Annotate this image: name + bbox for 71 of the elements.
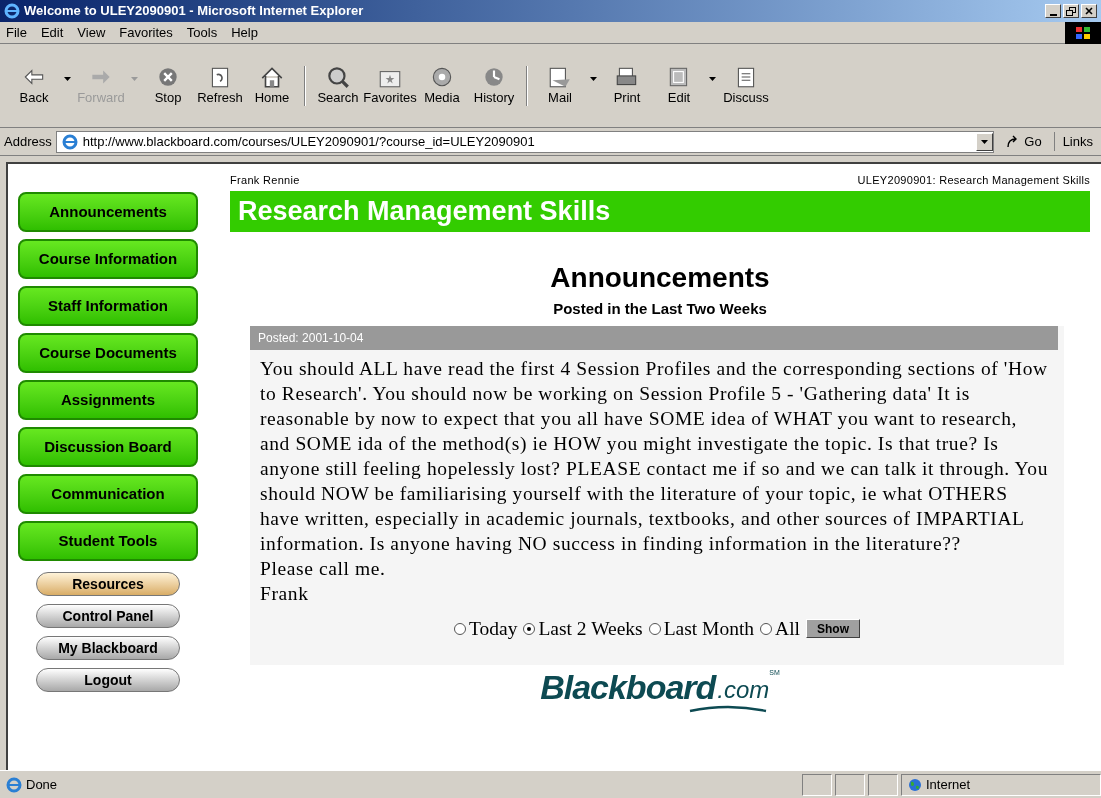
menu-item[interactable]: Help: [231, 22, 258, 43]
course-code: ULEY2090901: Research Management Skills: [857, 173, 1090, 188]
toolbar-button[interactable]: Back: [8, 64, 60, 107]
pill-button[interactable]: Control Panel: [36, 604, 180, 628]
pill-button[interactable]: Resources: [36, 572, 180, 596]
browser-logo-icon: [4, 3, 20, 19]
page-subheading: Posted in the Last Two Weeks: [552, 298, 768, 319]
go-button[interactable]: Go: [998, 131, 1050, 152]
status-pane: [835, 773, 865, 796]
windows-logo-icon: [1065, 21, 1101, 44]
address-field[interactable]: http://www.blackboard.com/courses/ULEY2090901/?course_id=ULEY2090901: [55, 130, 995, 153]
caret-icon[interactable]: [590, 76, 597, 81]
filter-radio[interactable]: Last Month: [648, 614, 755, 644]
announcement-text: You should ALL have read the first 4 Session Profiles and the corresponding sections of 'How to Research'. You should now be working on Session Profile 5 - 'Gathering data' It is reasonable by now to expect that you all have SOME idea of WHAT you want to research, and SOME ida of the method(s) ie HOW you might investigate the topic. Is that true? Is anyone still feeling hopelessly lost? PLEASE contact me if so and we can talk it through. You should NOW be familiarising yourself with the literature of your topic, ie what OTHERS have written, especially in academic journals, textbooks, and other sources of IMPARTIAL information. Is anyone having NO success in finding information in the literature??: [259, 357, 1049, 556]
links-button[interactable]: Links: [1053, 131, 1101, 152]
announcement-text: Please call me.: [259, 557, 387, 581]
maximize-icon: [1065, 5, 1077, 17]
status-pane: [868, 773, 898, 796]
user-name: Frank Rennie: [230, 173, 300, 188]
nav-button[interactable]: Discussion Board: [18, 427, 198, 467]
pill-button[interactable]: Logout: [36, 668, 180, 692]
announcement-text: Frank: [259, 582, 310, 606]
show-button[interactable]: Show: [806, 619, 861, 639]
menu-item[interactable]: Favorites: [119, 22, 173, 43]
filter-radio[interactable]: Today: [453, 614, 518, 644]
menu-item[interactable]: Tools: [186, 22, 218, 43]
search-icon: [325, 64, 351, 89]
toolbar-button[interactable]: Media: [416, 64, 468, 107]
toolbar-button[interactable]: Favorites: [364, 64, 416, 107]
menu-item[interactable]: File: [6, 22, 27, 43]
nav-button[interactable]: Announcements: [18, 192, 198, 232]
filter-radio[interactable]: All: [760, 614, 801, 644]
posted-date: Posted: 2001-10-04: [250, 326, 1058, 350]
page-icon: [6, 776, 22, 793]
status-pane: [802, 773, 832, 796]
toolbar-button[interactable]: Mail: [534, 64, 586, 107]
close-button[interactable]: [1081, 4, 1097, 18]
dropdown-button[interactable]: [976, 132, 994, 151]
page-icon: [60, 133, 79, 150]
toolbar-button[interactable]: Discuss: [720, 64, 772, 107]
pill-button[interactable]: My Blackboard: [36, 636, 180, 660]
filter-radio[interactable]: Last 2 Weeks: [523, 614, 643, 644]
toolbar-button[interactable]: Search: [312, 64, 364, 107]
toolbar-button[interactable]: History: [468, 64, 520, 107]
zone-text: Internet: [926, 775, 971, 794]
globe-icon: [908, 777, 922, 792]
page-heading: Announcements: [549, 261, 771, 294]
nav-button[interactable]: Assignments: [18, 380, 198, 420]
toolbar-button[interactable]: Print: [601, 64, 653, 107]
close-icon: [1083, 5, 1095, 17]
nav-button[interactable]: Course Information: [18, 239, 198, 279]
window-title: Welcome to ULEY2090901 - Microsoft Internet Explorer: [24, 2, 365, 21]
course-banner: Research Management Skills: [230, 190, 1090, 232]
address-label: Address: [4, 132, 52, 151]
maximize-button[interactable]: [1063, 4, 1079, 18]
caret-icon[interactable]: [709, 76, 716, 81]
minimize-button[interactable]: [1045, 4, 1061, 18]
menu-item[interactable]: View: [77, 22, 106, 43]
nav-button[interactable]: Communication: [18, 474, 198, 514]
status-text: Done: [26, 775, 58, 794]
nav-button[interactable]: Staff Information: [18, 286, 198, 326]
nav-button[interactable]: Course Documents: [18, 333, 198, 373]
caret-icon[interactable]: [64, 76, 71, 81]
minimize-icon: [1049, 13, 1057, 16]
toolbar-button[interactable]: Stop: [142, 64, 194, 107]
nav-button[interactable]: Student Tools: [18, 521, 198, 561]
toolbar-button[interactable]: Edit: [653, 64, 705, 107]
toolbar-button[interactable]: Home: [246, 64, 298, 107]
caret-icon: [981, 139, 989, 144]
toolbar-button[interactable]: Refresh: [194, 64, 246, 107]
menu-item[interactable]: Edit: [40, 22, 64, 43]
